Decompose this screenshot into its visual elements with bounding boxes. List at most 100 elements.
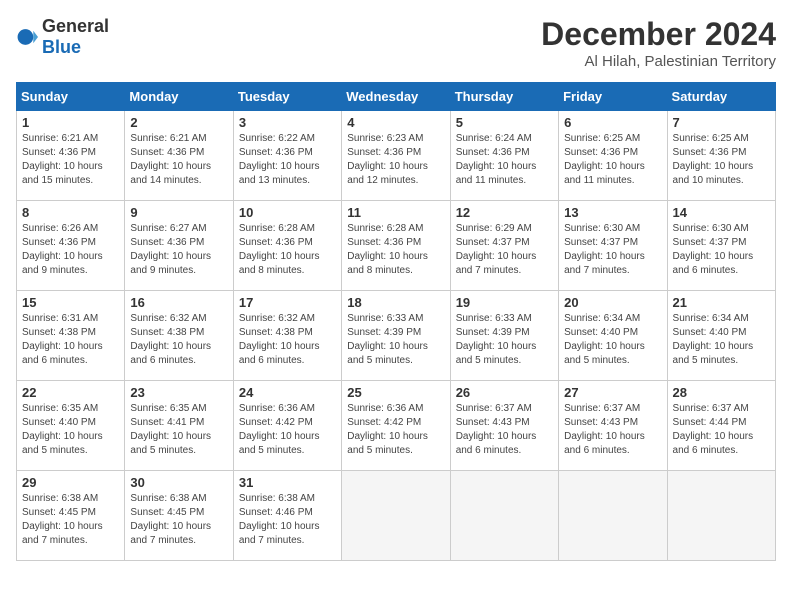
day-info: Sunrise: 6:27 AMSunset: 4:36 PMDaylight:… <box>130 223 211 276</box>
day-number: 23 <box>130 385 227 400</box>
col-friday: Friday <box>559 83 667 111</box>
day-number: 13 <box>564 205 661 220</box>
day-number: 24 <box>239 385 336 400</box>
day-number: 10 <box>239 205 336 220</box>
day-number: 18 <box>347 295 444 310</box>
day-number: 12 <box>456 205 553 220</box>
day-info: Sunrise: 6:25 AMSunset: 4:36 PMDaylight:… <box>564 133 645 186</box>
calendar-week-row: 1Sunrise: 6:21 AMSunset: 4:36 PMDaylight… <box>17 111 776 201</box>
table-row: 4 Sunrise: 6:23 AMSunset: 4:36 PMDaylight… <box>342 111 450 201</box>
day-number: 26 <box>456 385 553 400</box>
day-number: 20 <box>564 295 661 310</box>
day-info: Sunrise: 6:32 AMSunset: 4:38 PMDaylight:… <box>239 313 320 366</box>
day-number: 25 <box>347 385 444 400</box>
day-info: Sunrise: 6:37 AMSunset: 4:43 PMDaylight:… <box>456 403 537 456</box>
day-info: Sunrise: 6:28 AMSunset: 4:36 PMDaylight:… <box>239 223 320 276</box>
day-info: Sunrise: 6:38 AMSunset: 4:45 PMDaylight:… <box>130 493 211 546</box>
day-info: Sunrise: 6:22 AMSunset: 4:36 PMDaylight:… <box>239 133 320 186</box>
table-row <box>559 471 667 561</box>
table-row: 3Sunrise: 6:22 AMSunset: 4:36 PMDaylight… <box>233 111 341 201</box>
table-row: 18Sunrise: 6:33 AMSunset: 4:39 PMDayligh… <box>342 291 450 381</box>
table-row: 9Sunrise: 6:27 AMSunset: 4:36 PMDaylight… <box>125 201 233 291</box>
col-monday: Monday <box>125 83 233 111</box>
location-title: Al Hilah, Palestinian Territory <box>541 53 776 70</box>
table-row: 15 Sunrise: 6:31 AMSunset: 4:38 PMDayligh… <box>17 291 125 381</box>
table-row <box>667 471 775 561</box>
day-info: Sunrise: 6:37 AMSunset: 4:43 PMDaylight:… <box>564 403 645 456</box>
logo-blue: Blue <box>42 37 81 57</box>
day-number: 30 <box>130 475 227 490</box>
day-info: Sunrise: 6:38 AMSunset: 4:45 PMDaylight:… <box>22 493 103 546</box>
day-info: Sunrise: 6:30 AMSunset: 4:37 PMDaylight:… <box>673 223 754 276</box>
day-info: Sunrise: 6:30 AMSunset: 4:37 PMDaylight:… <box>564 223 645 276</box>
day-number: 16 <box>130 295 227 310</box>
table-row: 6Sunrise: 6:25 AMSunset: 4:36 PMDaylight… <box>559 111 667 201</box>
table-row: 8 Sunrise: 6:26 AMSunset: 4:36 PMDaylight… <box>17 201 125 291</box>
day-info: Sunrise: 6:35 AMSunset: 4:41 PMDaylight:… <box>130 403 211 456</box>
day-number: 21 <box>673 295 770 310</box>
day-info: Sunrise: 6:25 AMSunset: 4:36 PMDaylight:… <box>673 133 754 186</box>
col-wednesday: Wednesday <box>342 83 450 111</box>
table-row: 11 Sunrise: 6:28 AMSunset: 4:36 PMDayligh… <box>342 201 450 291</box>
table-row: 14Sunrise: 6:30 AMSunset: 4:37 PMDayligh… <box>667 201 775 291</box>
logo-icon <box>16 26 38 48</box>
col-saturday: Saturday <box>667 83 775 111</box>
col-thursday: Thursday <box>450 83 558 111</box>
day-number: 2 <box>130 115 227 130</box>
day-number: 17 <box>239 295 336 310</box>
table-row: 26 Sunrise: 6:37 AMSunset: 4:43 PMDayligh… <box>450 381 558 471</box>
table-row <box>342 471 450 561</box>
table-row: 30 Sunrise: 6:38 AMSunset: 4:45 PMDayligh… <box>125 471 233 561</box>
table-row: 21 Sunrise: 6:34 AMSunset: 4:40 PMDayligh… <box>667 291 775 381</box>
day-number: 5 <box>456 115 553 130</box>
day-number: 8 <box>22 205 119 220</box>
day-number: 27 <box>564 385 661 400</box>
day-info: Sunrise: 6:21 AMSunset: 4:36 PMDaylight:… <box>130 133 211 186</box>
table-row: 24 Sunrise: 6:36 AMSunset: 4:42 PMDayligh… <box>233 381 341 471</box>
day-number: 11 <box>347 205 444 220</box>
table-row: 7 Sunrise: 6:25 AMSunset: 4:36 PMDaylight… <box>667 111 775 201</box>
table-row: 23 Sunrise: 6:35 AMSunset: 4:41 PMDayligh… <box>125 381 233 471</box>
day-info: Sunrise: 6:21 AMSunset: 4:36 PMDaylight:… <box>22 133 103 186</box>
day-info: Sunrise: 6:29 AMSunset: 4:37 PMDaylight:… <box>456 223 537 276</box>
day-info: Sunrise: 6:38 AMSunset: 4:46 PMDaylight:… <box>239 493 320 546</box>
day-info: Sunrise: 6:34 AMSunset: 4:40 PMDaylight:… <box>673 313 754 366</box>
day-number: 29 <box>22 475 119 490</box>
day-number: 15 <box>22 295 119 310</box>
calendar-week-row: 29 Sunrise: 6:38 AMSunset: 4:45 PMDayligh… <box>17 471 776 561</box>
day-info: Sunrise: 6:33 AMSunset: 4:39 PMDaylight:… <box>456 313 537 366</box>
table-row <box>450 471 558 561</box>
day-info: Sunrise: 6:36 AMSunset: 4:42 PMDaylight:… <box>239 403 320 456</box>
table-row: 31 Sunrise: 6:38 AMSunset: 4:46 PMDayligh… <box>233 471 341 561</box>
table-row: 27 Sunrise: 6:37 AMSunset: 4:43 PMDayligh… <box>559 381 667 471</box>
day-info: Sunrise: 6:32 AMSunset: 4:38 PMDaylight:… <box>130 313 211 366</box>
calendar-header-row: Sunday Monday Tuesday Wednesday Thursday… <box>17 83 776 111</box>
logo: General Blue <box>16 16 109 58</box>
table-row: 20 Sunrise: 6:34 AMSunset: 4:40 PMDayligh… <box>559 291 667 381</box>
day-info: Sunrise: 6:23 AMSunset: 4:36 PMDaylight:… <box>347 133 428 186</box>
table-row: 16 Sunrise: 6:32 AMSunset: 4:38 PMDayligh… <box>125 291 233 381</box>
day-info: Sunrise: 6:26 AMSunset: 4:36 PMDaylight:… <box>22 223 103 276</box>
day-number: 31 <box>239 475 336 490</box>
col-sunday: Sunday <box>17 83 125 111</box>
day-info: Sunrise: 6:34 AMSunset: 4:40 PMDaylight:… <box>564 313 645 366</box>
day-info: Sunrise: 6:28 AMSunset: 4:36 PMDaylight:… <box>347 223 428 276</box>
day-number: 19 <box>456 295 553 310</box>
day-info: Sunrise: 6:35 AMSunset: 4:40 PMDaylight:… <box>22 403 103 456</box>
day-number: 22 <box>22 385 119 400</box>
calendar-week-row: 22 Sunrise: 6:35 AMSunset: 4:40 PMDayligh… <box>17 381 776 471</box>
day-info: Sunrise: 6:36 AMSunset: 4:42 PMDaylight:… <box>347 403 428 456</box>
table-row: 5 Sunrise: 6:24 AMSunset: 4:36 PMDaylight… <box>450 111 558 201</box>
table-row: 25 Sunrise: 6:36 AMSunset: 4:42 PMDayligh… <box>342 381 450 471</box>
table-row: 29 Sunrise: 6:38 AMSunset: 4:45 PMDayligh… <box>17 471 125 561</box>
table-row: 22 Sunrise: 6:35 AMSunset: 4:40 PMDayligh… <box>17 381 125 471</box>
day-info: Sunrise: 6:24 AMSunset: 4:36 PMDaylight:… <box>456 133 537 186</box>
day-number: 7 <box>673 115 770 130</box>
table-row: 17 Sunrise: 6:32 AMSunset: 4:38 PMDayligh… <box>233 291 341 381</box>
header: General Blue December 2024 Al Hilah, Pal… <box>16 16 776 70</box>
day-number: 4 <box>347 115 444 130</box>
day-info: Sunrise: 6:31 AMSunset: 4:38 PMDaylight:… <box>22 313 103 366</box>
table-row: 1Sunrise: 6:21 AMSunset: 4:36 PMDaylight… <box>17 111 125 201</box>
calendar-table: Sunday Monday Tuesday Wednesday Thursday… <box>16 82 776 561</box>
calendar-week-row: 8 Sunrise: 6:26 AMSunset: 4:36 PMDaylight… <box>17 201 776 291</box>
